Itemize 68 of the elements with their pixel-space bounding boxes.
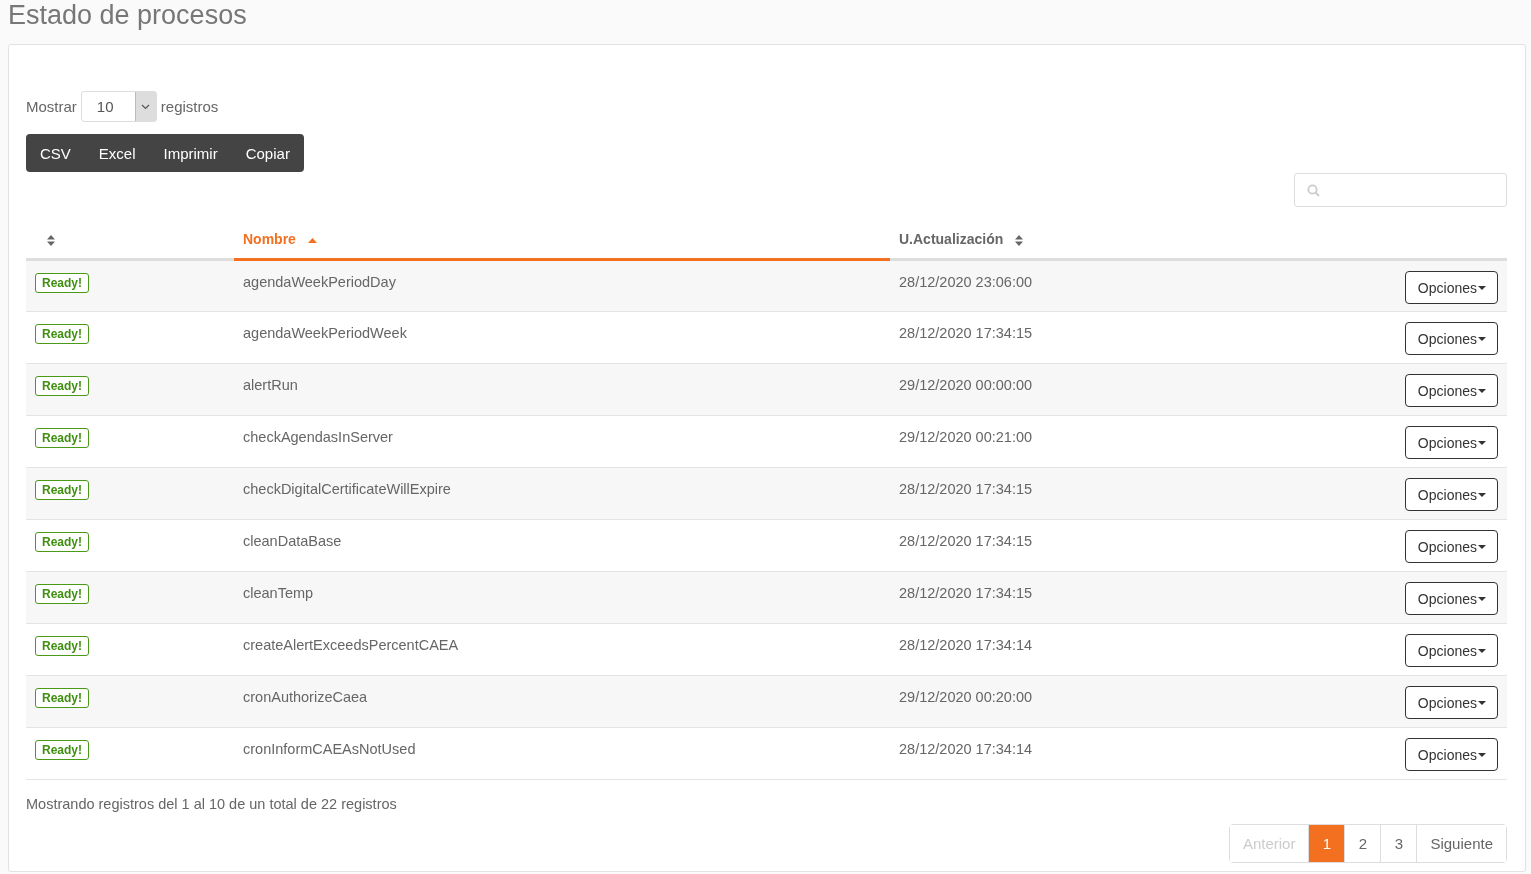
options-button[interactable]: Opciones bbox=[1404, 582, 1498, 615]
caret-icon bbox=[1478, 596, 1486, 601]
table-cell: 28/12/2020 17:34:15 bbox=[899, 481, 1033, 497]
export-button[interactable]: Copiar bbox=[231, 134, 304, 172]
table-cell: agendaWeekPeriodDay bbox=[243, 274, 396, 290]
status-badge: Ready! bbox=[35, 480, 89, 500]
table-cell: 28/12/2020 17:34:14 bbox=[899, 637, 1033, 653]
caret-icon bbox=[1478, 285, 1486, 290]
status-badge: Ready! bbox=[35, 428, 89, 448]
options-button[interactable]: Opciones bbox=[1404, 322, 1498, 355]
options-button[interactable]: Opciones bbox=[1404, 478, 1498, 511]
status-badge: Ready! bbox=[35, 273, 89, 293]
table-cell: 28/12/2020 23:06:00 bbox=[899, 274, 1033, 290]
search-icon bbox=[1307, 183, 1320, 197]
export-button[interactable]: Imprimir bbox=[149, 134, 232, 172]
options-button[interactable]: Opciones bbox=[1404, 374, 1498, 407]
table-cell: checkDigitalCertificateWillExpire bbox=[243, 481, 451, 497]
dropdown-button[interactable] bbox=[134, 92, 156, 121]
sort-icon[interactable] bbox=[47, 234, 55, 246]
table-cell: cleanTemp bbox=[243, 585, 314, 601]
options-button[interactable]: Opciones bbox=[1404, 426, 1498, 459]
status-badge: Ready! bbox=[35, 688, 89, 708]
page-title: Estado de procesos bbox=[7, 0, 248, 32]
search-field[interactable] bbox=[1294, 173, 1507, 207]
sort-icon[interactable] bbox=[307, 237, 317, 243]
table-cell: cronAuthorizeCaea bbox=[243, 689, 368, 705]
table-cell: agendaWeekPeriodWeek bbox=[243, 325, 407, 341]
records-label: registros bbox=[160, 98, 219, 115]
status-badge: Ready! bbox=[35, 584, 89, 604]
caret-icon bbox=[1478, 388, 1486, 393]
table-cell: 29/12/2020 00:20:00 bbox=[899, 689, 1033, 705]
status-badge: Ready! bbox=[35, 324, 89, 344]
options-button[interactable]: Opciones bbox=[1404, 686, 1498, 719]
table-cell: checkAgendasInServer bbox=[243, 429, 393, 445]
table-cell: 29/12/2020 00:00:00 bbox=[899, 377, 1033, 393]
table-cell: 28/12/2020 17:34:14 bbox=[899, 741, 1033, 757]
table-cell: 28/12/2020 17:34:15 bbox=[899, 585, 1033, 601]
options-button[interactable]: Opciones bbox=[1404, 530, 1498, 563]
options-button[interactable]: Opciones bbox=[1404, 271, 1498, 304]
status-badge: Ready! bbox=[35, 376, 89, 396]
caret-icon bbox=[1478, 752, 1486, 757]
status-badge: Ready! bbox=[35, 740, 89, 760]
caret-icon bbox=[1478, 648, 1486, 653]
sort-icon[interactable] bbox=[1015, 234, 1024, 246]
export-button[interactable]: Excel bbox=[84, 134, 150, 172]
table-cell: 28/12/2020 17:34:15 bbox=[899, 533, 1033, 549]
caret-icon bbox=[1478, 492, 1486, 497]
pagination-button[interactable]: Siguiente bbox=[1416, 825, 1506, 862]
caret-icon bbox=[1478, 336, 1486, 341]
table-cell: 28/12/2020 17:34:15 bbox=[899, 325, 1033, 341]
options-button[interactable]: Opciones bbox=[1404, 738, 1498, 771]
page-size-select[interactable]: 10 bbox=[80, 91, 157, 122]
table-cell: alertRun bbox=[243, 377, 298, 393]
table-cell: 29/12/2020 00:21:00 bbox=[899, 429, 1033, 445]
table-cell: cleanDataBase bbox=[243, 533, 342, 549]
column-header[interactable]: U.Actualización bbox=[899, 231, 1004, 247]
show-label: Mostrar bbox=[26, 98, 77, 115]
export-button[interactable]: CSV bbox=[26, 134, 85, 172]
status-badge: Ready! bbox=[35, 636, 89, 656]
chevron-icon bbox=[141, 103, 151, 110]
caret-icon bbox=[1478, 440, 1486, 445]
status-badge: Ready! bbox=[35, 532, 89, 552]
caret-icon bbox=[1478, 544, 1486, 549]
caret-icon bbox=[1478, 700, 1486, 705]
table-info: Mostrando registros del 1 al 10 de un total de 22 registros bbox=[26, 796, 398, 812]
options-button[interactable]: Opciones bbox=[1404, 634, 1498, 667]
table-cell: cronInformCAEAsNotUsed bbox=[243, 741, 416, 757]
table-cell: createAlertExceedsPercentCAEA bbox=[243, 637, 459, 653]
